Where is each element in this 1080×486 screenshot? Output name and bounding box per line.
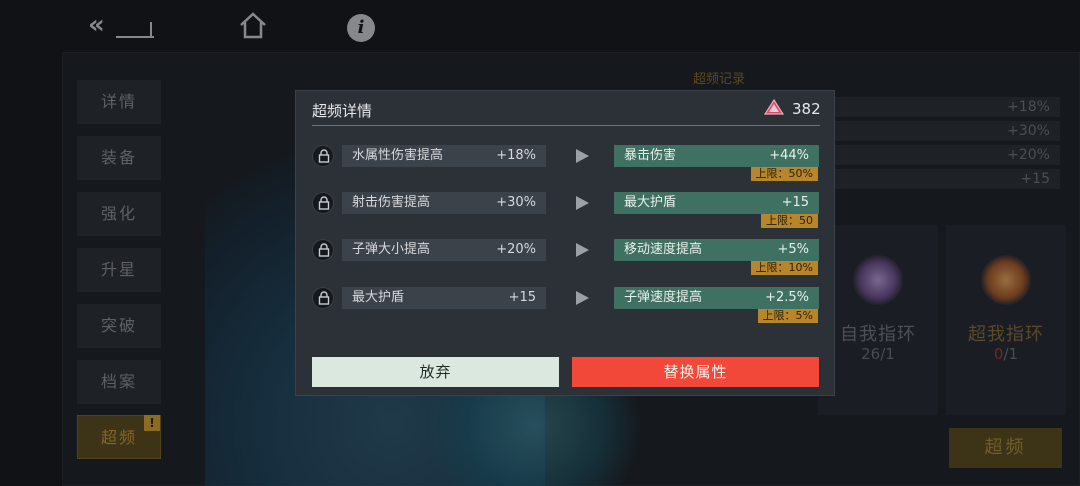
divider: [312, 125, 820, 126]
replace-attributes-button[interactable]: 替换属性: [572, 357, 819, 387]
new-attribute: 子弹速度提高 +2.5%: [614, 287, 819, 309]
attribute-limit: 上限：50%: [750, 167, 818, 181]
current-attribute: 最大护盾 +15: [342, 287, 546, 309]
overclock-details-modal: 超频详情 382 水属性伤害提高 +18% 暴击伤害 +44% 上限：50% 射击伤…: [295, 90, 835, 396]
crystal-currency-icon: [764, 99, 784, 115]
abandon-button[interactable]: 放弃: [312, 357, 559, 387]
attribute-limit: 上限：10%: [750, 261, 818, 275]
lock-toggle-icon[interactable]: [312, 239, 334, 261]
lock-toggle-icon[interactable]: [312, 145, 334, 167]
arrow-right-icon: [576, 291, 589, 305]
currency-amount: 382: [792, 100, 821, 118]
arrow-right-icon: [576, 243, 589, 257]
lock-toggle-icon[interactable]: [312, 192, 334, 214]
lock-toggle-icon[interactable]: [312, 287, 334, 309]
new-attribute: 移动速度提高 +5%: [614, 239, 819, 261]
new-attribute: 最大护盾 +15: [614, 192, 819, 214]
attribute-limit: 上限：50: [761, 214, 818, 228]
current-attribute: 子弹大小提高 +20%: [342, 239, 546, 261]
current-attribute: 射击伤害提高 +30%: [342, 192, 546, 214]
modal-title: 超频详情: [312, 102, 373, 120]
new-attribute: 暴击伤害 +44%: [614, 145, 819, 167]
arrow-right-icon: [576, 196, 589, 210]
current-attribute: 水属性伤害提高 +18%: [342, 145, 546, 167]
arrow-right-icon: [576, 149, 589, 163]
attribute-limit: 上限：5%: [757, 309, 818, 323]
